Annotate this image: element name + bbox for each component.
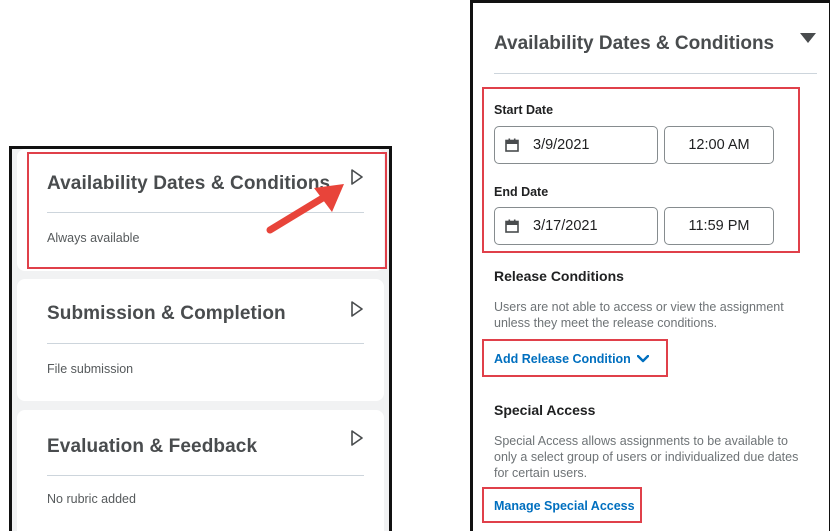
special-access-highlight-box [482, 487, 642, 523]
evaluation-card-summary: No rubric added [47, 492, 136, 506]
submission-card-title: Submission & Completion [47, 303, 286, 324]
special-access-description: Special Access allows assignments to be … [494, 434, 799, 480]
release-conditions-description: Users are not able to access or view the… [494, 300, 784, 330]
evaluation-card-title: Evaluation & Feedback [47, 436, 258, 457]
card-divider [47, 475, 364, 476]
submission-card-summary: File submission [47, 362, 134, 376]
release-conditions-heading: Release Conditions [494, 268, 624, 284]
date-fields-highlight-box [482, 87, 800, 253]
collapse-triangle-icon[interactable] [800, 33, 816, 43]
evaluation-card[interactable]: Evaluation & Feedback No rubric added [17, 410, 384, 531]
submission-card[interactable]: Submission & Completion File submission [17, 279, 384, 401]
release-condition-highlight-box [482, 339, 668, 377]
card-divider [47, 343, 364, 344]
expand-triangle-icon[interactable] [350, 430, 364, 446]
expand-triangle-icon[interactable] [350, 301, 364, 317]
red-arrow-annotation [266, 184, 344, 234]
special-access-heading: Special Access [494, 402, 596, 418]
section-divider [494, 73, 817, 74]
availability-section-title: Availability Dates & Conditions [494, 33, 775, 54]
right-panel-expanded-section: Availability Dates & Conditions Start Da… [470, 0, 830, 531]
